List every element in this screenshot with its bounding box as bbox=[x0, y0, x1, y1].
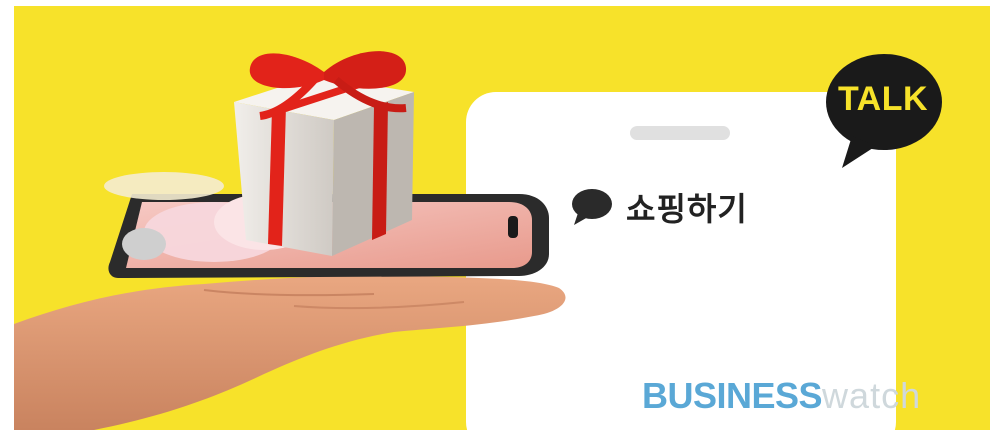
kakao-shopping-banner: 쇼핑하기 TALK BUSINESSwatch bbox=[14, 6, 990, 430]
talk-bubble-icon: TALK bbox=[824, 50, 954, 180]
hand-icon bbox=[14, 275, 566, 430]
hand-phone-gift-illustration bbox=[14, 51, 566, 430]
logo-part-watch: watch bbox=[822, 375, 922, 416]
talk-badge-text: TALK bbox=[837, 80, 929, 118]
shopping-menu-label: 쇼핑하기 bbox=[626, 190, 748, 228]
logo-part-business: BUSINESS bbox=[642, 375, 823, 416]
business-watch-logo: BUSINESSwatch bbox=[642, 378, 921, 414]
phone-speaker bbox=[630, 126, 730, 140]
gift-box-icon bbox=[234, 51, 414, 256]
